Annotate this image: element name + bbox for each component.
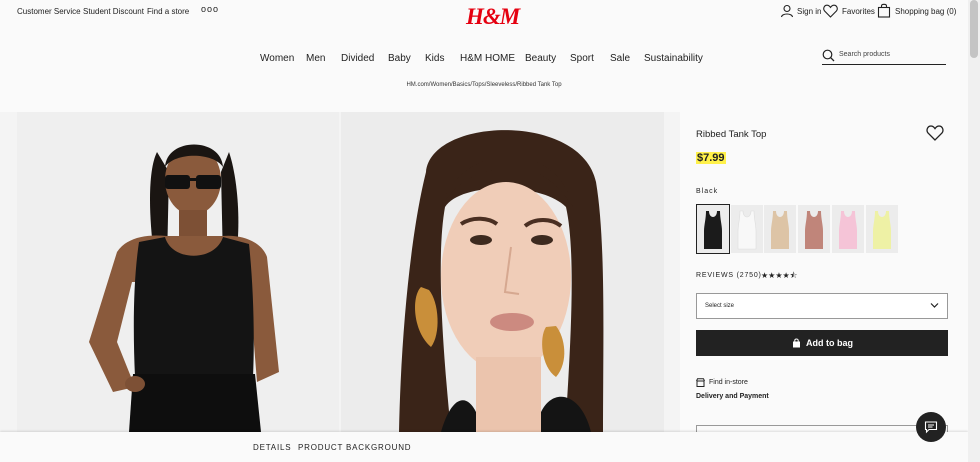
- size-select-label: Select size: [705, 303, 735, 309]
- tank-thumbnail: [805, 211, 823, 249]
- tank-thumbnail: [737, 210, 757, 250]
- swatch-rust[interactable]: [798, 205, 830, 253]
- nav-sport[interactable]: Sport: [570, 53, 594, 64]
- chat-button[interactable]: [916, 412, 946, 442]
- user-icon[interactable]: [780, 4, 794, 18]
- size-select[interactable]: Select size: [696, 293, 948, 319]
- tank-thumbnail: [704, 211, 722, 249]
- more-menu-button[interactable]: ooo: [201, 4, 219, 14]
- product-image-1[interactable]: [17, 112, 339, 432]
- model-photo-2: [341, 112, 664, 432]
- search-placeholder: Search products: [839, 51, 890, 58]
- nav-men[interactable]: Men: [306, 53, 325, 64]
- nav-sale[interactable]: Sale: [610, 53, 630, 64]
- swatch-black[interactable]: [696, 204, 730, 254]
- breadcrumb[interactable]: HM.com/Women/Basics/Tops/Sleeveless/Ribb…: [0, 82, 968, 88]
- product-info-panel: Ribbed Tank Top $7.99 Black REVIEWS (275…: [680, 112, 968, 433]
- student-discount-link[interactable]: Student Discount: [83, 7, 144, 16]
- sign-in-link[interactable]: Sign in: [797, 7, 821, 16]
- favorites-link[interactable]: Favorites: [842, 7, 875, 16]
- nav-women[interactable]: Women: [260, 53, 294, 64]
- model-photo-1: [17, 112, 339, 432]
- reviews-link[interactable]: REVIEWS (2750): [696, 272, 762, 279]
- heart-icon[interactable]: [823, 4, 838, 18]
- nav-kids[interactable]: Kids: [425, 53, 444, 64]
- swatch-yellow[interactable]: [866, 205, 898, 253]
- tank-thumbnail: [839, 211, 857, 249]
- nav-hm-home[interactable]: H&M HOME: [460, 53, 515, 64]
- tank-thumbnail: [771, 211, 789, 249]
- site-header: Customer Service Student Discount Find a…: [0, 0, 968, 112]
- store-icon: [696, 378, 705, 387]
- nav-baby[interactable]: Baby: [388, 53, 411, 64]
- swatch-white[interactable]: [731, 205, 763, 253]
- product-title: Ribbed Tank Top: [696, 129, 767, 140]
- swatch-pink[interactable]: [832, 205, 864, 253]
- search-input[interactable]: Search products: [822, 49, 946, 65]
- find-in-store-link[interactable]: Find in-store: [709, 379, 748, 386]
- chevron-down-icon: [930, 303, 939, 308]
- swatch-beige[interactable]: [764, 205, 796, 253]
- nav-sustainability[interactable]: Sustainability: [644, 53, 703, 64]
- brand-logo[interactable]: H&M: [466, 4, 520, 30]
- customer-service-link[interactable]: Customer Service: [17, 7, 81, 16]
- shopping-bag-link[interactable]: Shopping bag (0): [895, 7, 956, 16]
- chat-icon: [924, 421, 938, 434]
- delivery-payment-link[interactable]: Delivery and Payment: [696, 393, 769, 400]
- product-image-2[interactable]: [341, 112, 664, 432]
- bag-icon: [793, 338, 800, 348]
- bag-icon[interactable]: [877, 3, 891, 18]
- add-to-bag-button[interactable]: Add to bag: [696, 330, 948, 356]
- star-rating: ★★★★⯪: [761, 271, 798, 280]
- product-price: $7.99: [696, 152, 726, 164]
- selected-color-label: Black: [696, 188, 719, 195]
- product-tabs-bar: DETAILS PRODUCT BACKGROUND: [0, 432, 968, 462]
- favorite-heart-icon[interactable]: [926, 124, 944, 142]
- add-to-bag-label: Add to bag: [806, 338, 853, 348]
- tab-details[interactable]: DETAILS: [253, 443, 291, 452]
- search-icon: [822, 49, 835, 62]
- nav-beauty[interactable]: Beauty: [525, 53, 556, 64]
- tank-thumbnail: [873, 211, 891, 249]
- tab-product-background[interactable]: PRODUCT BACKGROUND: [298, 443, 411, 452]
- page-scrollbar[interactable]: [968, 0, 980, 462]
- scrollbar-thumb[interactable]: [970, 0, 978, 58]
- nav-divided[interactable]: Divided: [341, 53, 374, 64]
- find-store-link[interactable]: Find a store: [147, 7, 189, 16]
